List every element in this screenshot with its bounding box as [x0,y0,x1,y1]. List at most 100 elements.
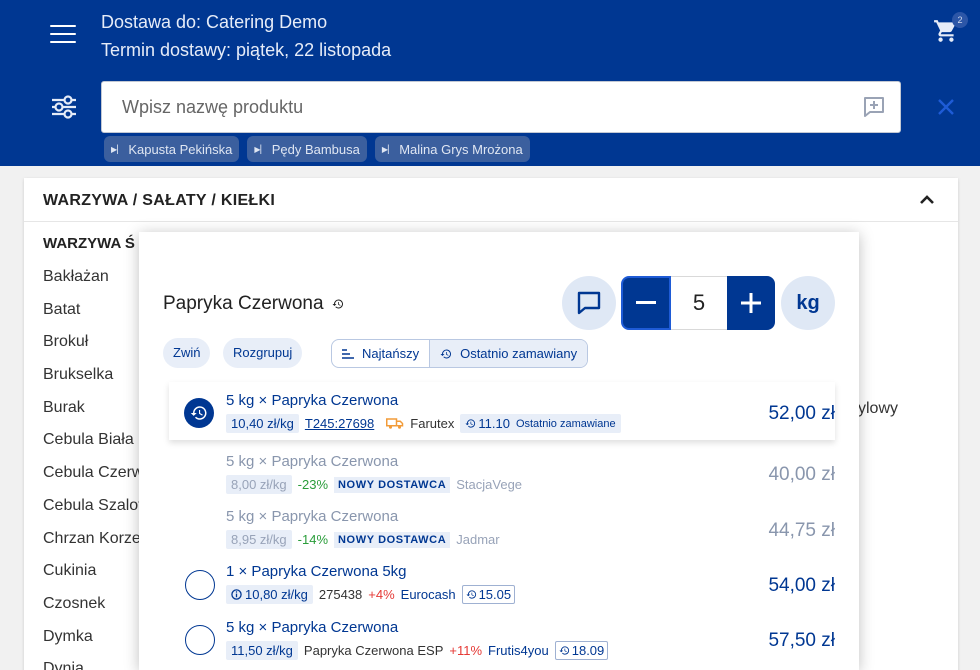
cart-button[interactable]: 2 [932,12,968,44]
delivery-date[interactable]: Termin dostawy: piątek, 22 listopada [101,36,391,64]
plus-icon [741,293,761,313]
price-diff: -23% [297,477,329,492]
offer-title: 5 kg × Papryka Czerwona [226,453,399,470]
offer-title: 5 kg × Papryka Czerwona [226,619,399,636]
filter-settings-button[interactable] [48,92,80,122]
product-title: Papryka Czerwona [163,293,344,315]
list-item[interactable]: Dynia [43,658,143,670]
top-bar: Dostawa do: Catering Demo Termin dostawy… [0,0,980,166]
list-item[interactable]: Chrzan Korze [43,528,143,561]
list-item[interactable]: Dymka [43,626,143,659]
supplier-name: Eurocash [400,587,456,602]
new-supplier-badge: NOWY DOSTAWCA [334,531,451,548]
new-supplier-badge: NOWY DOSTAWCA [334,476,451,493]
sort-cheapest-option[interactable]: Najtańszy [332,340,429,367]
minus-icon [636,301,656,304]
sort-toggle: Najtańszy Ostatnio zamawiany [331,339,589,368]
offer-price: 52,00 zł [768,403,835,424]
quantity-input[interactable]: 5 [671,276,727,330]
play-icon: ▶▏ [381,144,395,154]
truck-icon [386,418,404,429]
search-chip[interactable]: ▶▏ Kapusta Pekińska [104,136,240,162]
last-order-info: 11.10 Ostatnio zamawiane [460,414,621,433]
clear-search-button[interactable] [936,97,956,117]
category-title: WARZYWA / SAŁATY / KIEŁKI [43,192,276,209]
subcategory-title: WARZYWA Ś [43,235,135,252]
list-item-partial[interactable]: ylowy [858,400,898,418]
info-icon [231,589,242,600]
category-header[interactable]: WARZYWA / SAŁATY / KIEŁKI [24,178,958,222]
list-item[interactable]: Cukinia [43,560,143,593]
list-item[interactable]: Cebula Szalot [43,495,143,528]
search-input[interactable]: Wpisz nazwę produktu [101,81,901,133]
offer-row[interactable]: 1 × Papryka Czerwona 5kg 10,80 zł/kg 275… [165,562,837,610]
cart-count-badge: 2 [952,12,968,28]
list-item[interactable]: Bakłażan [43,266,143,299]
history-icon [465,419,476,428]
history-icon [332,299,343,309]
offer-title: 5 kg × Papryka Czerwona [226,392,399,409]
offer-row[interactable]: 5 kg × Papryka Czerwona 11,50 zł/kg Papr… [165,618,837,666]
price-diff: +11% [449,643,483,658]
last-order-info: 18.09 [554,641,609,660]
list-item[interactable]: Brukselka [43,364,143,397]
selected-indicator [184,398,214,428]
sliders-icon [52,95,76,119]
delivery-to: Dostawa do: Catering Demo [101,12,328,32]
product-offers-dialog: Papryka Czerwona 5 kg Zwiń Rozgrupuj Naj… [139,232,859,670]
unit-price: 11,50 zł/kg [226,641,298,660]
list-item[interactable]: Cebula Czerw [43,462,143,495]
unit-price: 10,40 zł/kg [226,414,299,433]
history-icon [190,406,207,420]
offer-details: 10,80 zł/kg 275438 +4% Eurocash 15.05 [226,585,516,604]
list-item[interactable]: Burak [43,397,143,430]
sort-icon [342,348,354,359]
offer-price: 44,75 zł [768,520,835,541]
collapse-button[interactable]: Zwiń [163,338,211,368]
offer-details: 10,40 zł/kg T245:27698 Farutex 11.10 Ost… [226,414,621,433]
decrease-quantity-button[interactable] [621,276,671,330]
offer-price: 40,00 zł [768,464,835,485]
unit-price: 10,80 zł/kg [226,585,313,604]
product-code-link[interactable]: T245:27698 [305,416,374,431]
play-icon: ▶▏ [111,144,124,154]
recent-search-chips: ▶▏ Kapusta Pekińska ▶▏ Pędy Bambusa ▶▏ Mali… [104,136,530,162]
offer-title: 1 × Papryka Czerwona 5kg [226,563,407,580]
chevron-up-icon[interactable] [918,192,936,208]
add-note-button[interactable] [562,276,616,330]
ungroup-button[interactable]: Rozgrupuj [223,338,303,368]
offer-price: 57,50 zł [768,630,835,651]
unit-selector[interactable]: kg [781,276,835,330]
menu-icon[interactable] [46,20,80,48]
offer-details: 8,95 zł/kg -14% NOWY DOSTAWCA Jadmar [226,530,500,549]
offer-details: 8,00 zł/kg -23% NOWY DOSTAWCA StacjaVege [226,475,522,494]
list-item[interactable]: Cebula Biała [43,429,143,462]
list-item[interactable]: Czosnek [43,593,143,626]
search-chip[interactable]: ▶▏ Pędy Bambusa [247,136,367,162]
search-placeholder: Wpisz nazwę produktu [122,97,304,117]
product-code: 275438 [318,587,363,602]
product-code: Papryka Czerwona ESP [303,643,444,658]
list-item[interactable]: Brokuł [43,331,143,364]
offer-details: 11,50 zł/kg Papryka Czerwona ESP +11% Fr… [226,641,609,660]
list-item[interactable]: Batat [43,299,143,332]
offer-price: 54,00 zł [768,575,835,596]
price-diff: +4% [368,587,395,602]
comment-add-icon[interactable] [862,96,886,118]
offer-row[interactable]: 5 kg × Papryka Czerwona 8,95 zł/kg -14% … [165,507,837,555]
offer-title: 5 kg × Papryka Czerwona [226,508,399,525]
comment-icon [577,291,601,315]
unit-price: 8,95 zł/kg [226,530,292,549]
increase-quantity-button[interactable] [727,276,775,330]
sort-recent-option[interactable]: Ostatnio zamawiany [429,340,588,367]
delivery-info: Dostawa do: Catering Demo Termin dostawy… [101,8,391,64]
history-icon [440,349,452,358]
offer-row-selected[interactable]: 5 kg × Papryka Czerwona 10,40 zł/kg T245… [169,382,835,440]
supplier-name: Frutis4you [488,643,549,658]
supplier-name: Farutex [410,416,455,431]
search-chip[interactable]: ▶▏ Malina Grys Mrożona [374,136,530,162]
last-order-info: 15.05 [461,585,516,604]
product-list: Bakłażan Batat Brokuł Brukselka Burak Ce… [43,266,143,670]
offer-row[interactable]: 5 kg × Papryka Czerwona 8,00 zł/kg -23% … [165,452,837,500]
history-icon [466,590,476,599]
